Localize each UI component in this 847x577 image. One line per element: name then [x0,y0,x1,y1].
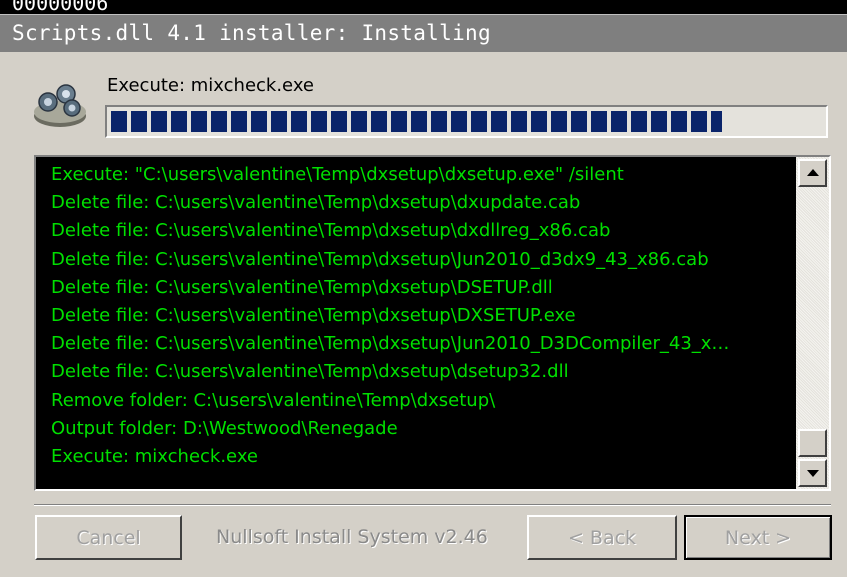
back-button[interactable]: < Back [527,515,677,560]
log-line: Delete file: C:\users\valentine\Temp\dxs… [51,361,569,383]
log-line: Delete file: C:\users\valentine\Temp\dxs… [51,192,581,214]
log-line: Execute: mixcheck.exe [51,446,258,468]
scroll-up-button[interactable] [798,159,827,187]
log-lines: Execute: "C:\users\valentine\Temp\dxsetu… [51,161,796,471]
log-line: Delete file: C:\users\valentine\Temp\dxs… [51,248,709,270]
current-action-label: Execute: mixcheck.exe [107,75,314,96]
installer-dialog: Execute: mixcheck.exe Execute: "C:\users… [0,52,847,577]
footer-divider [34,504,831,506]
install-log[interactable]: Execute: "C:\users\valentine\Temp\dxsetu… [34,155,831,491]
install-gears-icon [34,84,86,127]
log-line: Remove folder: C:\users\valentine\Temp\d… [51,389,496,411]
log-line: Output folder: D:\Westwood\Renegade [51,417,398,439]
title-bar[interactable]: Scripts.dll 4.1 installer: Installing [0,14,847,53]
window-title: Scripts.dll 4.1 installer: Installing [12,21,491,45]
background-window-title-fragment: 00000006 [12,0,109,14]
scroll-up-arrow-icon [807,169,819,176]
log-scrollbar[interactable] [796,157,829,489]
log-line: Delete file: C:\users\valentine\Temp\dxs… [51,220,611,242]
scroll-thumb[interactable] [798,429,827,457]
next-button[interactable]: Next > [684,515,832,560]
log-line: Delete file: C:\users\valentine\Temp\dxs… [51,305,576,327]
progress-fill [111,111,722,132]
cancel-button[interactable]: Cancel [35,515,182,560]
scroll-down-button[interactable] [798,459,827,487]
log-line: Delete file: C:\users\valentine\Temp\dxs… [51,276,553,298]
branding-text: Nullsoft Install System v2.46 [216,526,488,548]
log-line: Execute: "C:\users\valentine\Temp\dxsetu… [51,164,624,185]
log-line: Delete file: C:\users\valentine\Temp\dxs… [51,333,730,355]
scroll-down-arrow-icon [807,470,819,477]
install-progress-bar [105,105,828,138]
background-window-strip: 00000006 [0,0,847,14]
